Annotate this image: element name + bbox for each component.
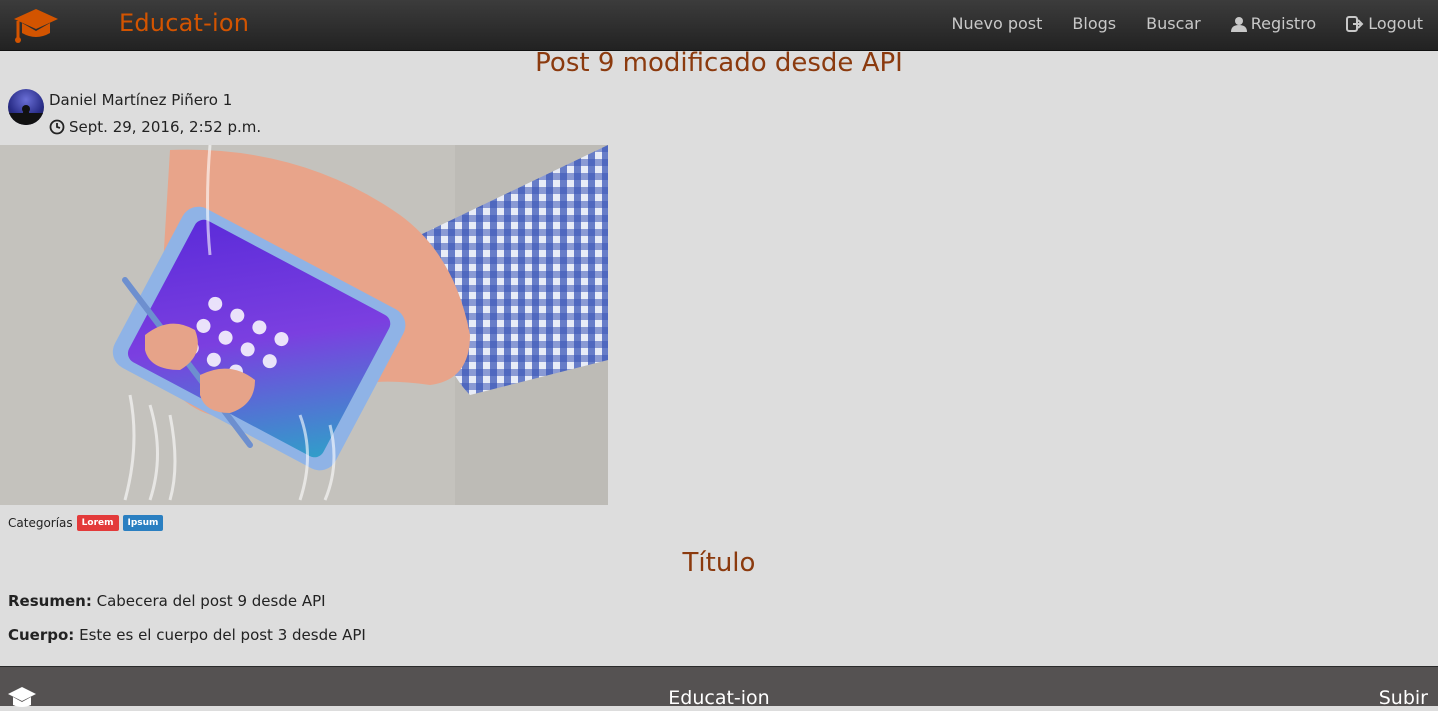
nav-registro-label: Registro xyxy=(1250,14,1317,33)
nav-logout-label: Logout xyxy=(1368,14,1423,33)
post-summary: Resumen: Cabecera del post 9 desde API xyxy=(8,592,326,610)
user-icon xyxy=(1230,16,1247,32)
nav-menu: Nuevo post Blogs Buscar Registro Logout xyxy=(922,14,1423,33)
nav-registro[interactable]: Registro xyxy=(1230,14,1317,33)
brand-link[interactable]: Educat-ion xyxy=(119,9,249,37)
post-image xyxy=(0,145,608,505)
nav-buscar[interactable]: Buscar xyxy=(1146,14,1201,33)
summary-label: Resumen: xyxy=(8,592,92,610)
nav-nuevo-post-label: Nuevo post xyxy=(951,14,1043,33)
avatar xyxy=(8,89,44,125)
graduation-cap-icon[interactable] xyxy=(12,5,60,45)
post-body: Cuerpo: Este es el cuerpo del post 3 des… xyxy=(8,626,366,644)
footer: Educat-ion Subir xyxy=(0,666,1438,709)
navbar: Educat-ion Nuevo post Blogs Buscar Regis… xyxy=(0,0,1438,51)
category-badge-ipsum[interactable]: Ipsum xyxy=(122,515,164,531)
summary-text: Cabecera del post 9 desde API xyxy=(96,592,326,610)
post-date-text: Sept. 29, 2016, 2:52 p.m. xyxy=(69,118,262,136)
nav-logout[interactable]: Logout xyxy=(1346,14,1423,33)
body-label: Cuerpo: xyxy=(8,626,75,644)
nav-nuevo-post[interactable]: Nuevo post xyxy=(952,14,1043,33)
category-badge-lorem[interactable]: Lorem xyxy=(76,515,119,531)
nav-blogs-label: Blogs xyxy=(1072,14,1117,33)
logout-icon xyxy=(1346,15,1364,32)
section-title: Título xyxy=(682,548,756,578)
categories-label: Categorías xyxy=(8,516,73,530)
categories: Categorías Lorem Ipsum xyxy=(8,515,164,531)
clock-icon xyxy=(49,119,65,135)
body-text: Este es el cuerpo del post 3 desde API xyxy=(79,626,366,644)
nav-blogs[interactable]: Blogs xyxy=(1072,14,1116,33)
nav-buscar-label: Buscar xyxy=(1146,14,1201,33)
post-author: Daniel Martínez Piñero 1 xyxy=(49,91,233,109)
post-date: Sept. 29, 2016, 2:52 p.m. xyxy=(49,118,261,136)
post-title: Post 9 modificado desde API xyxy=(535,48,903,78)
